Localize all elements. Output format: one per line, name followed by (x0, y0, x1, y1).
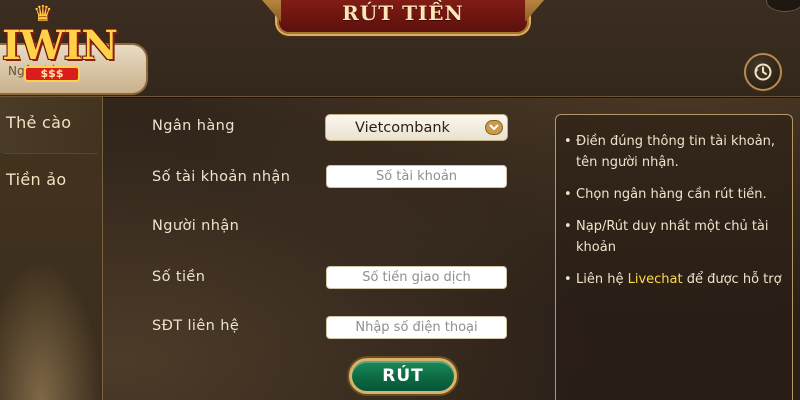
logo-badge: $$$ (24, 66, 80, 82)
info-item-livechat: Liên hệ Livechat để được hỗ trợ (564, 269, 782, 290)
info-text: để được hỗ trợ (682, 272, 782, 287)
phone-label: SĐT liên hệ (152, 318, 240, 334)
sidebar-item-label: Tiền ảo (6, 170, 67, 189)
info-text: Liên hệ (576, 272, 628, 287)
info-panel: Điền đúng thông tin tài khoản, tên người… (555, 114, 793, 400)
title-ribbon: RÚT TIỀN (255, 0, 551, 36)
bank-select-value: Vietcombank (355, 120, 450, 136)
withdraw-screen: Ngân hàng ♛ IWIN $$$ RÚT TIỀN Thẻ cào Ti… (0, 0, 800, 400)
sidebar-item-tien-ao[interactable]: Tiền ảo (0, 154, 102, 210)
info-item: Điền đúng thông tin tài khoản, tên người… (564, 131, 782, 173)
account-number-label: Số tài khoản nhận (152, 169, 291, 185)
sidebar-item-the-cao[interactable]: Thẻ cào (0, 97, 102, 153)
logo-brand: IWIN (2, 22, 118, 69)
chevron-down-icon[interactable] (485, 120, 503, 135)
amount-input[interactable] (326, 266, 507, 289)
account-number-input[interactable] (326, 165, 507, 188)
sidebar: Thẻ cào Tiền ảo (0, 97, 103, 400)
logo: Ngân hàng ♛ IWIN $$$ (0, 0, 148, 96)
livechat-link[interactable]: Livechat (628, 272, 683, 287)
amount-label: Số tiền (152, 269, 206, 285)
bank-select[interactable]: Vietcombank (325, 114, 508, 141)
bank-label: Ngân hàng (152, 118, 235, 134)
page-title: RÚT TIỀN (342, 1, 464, 25)
phone-input[interactable] (326, 316, 507, 339)
recipient-label: Người nhận (152, 218, 240, 234)
info-item: Nạp/Rút duy nhất một chủ tài khoản (564, 216, 782, 258)
withdraw-submit-button[interactable]: RÚT (349, 358, 457, 394)
history-button[interactable] (744, 53, 782, 91)
info-item: Chọn ngân hàng cần rút tiền. (564, 184, 782, 205)
history-clock-icon (754, 63, 772, 81)
sidebar-item-label: Thẻ cào (6, 113, 72, 132)
